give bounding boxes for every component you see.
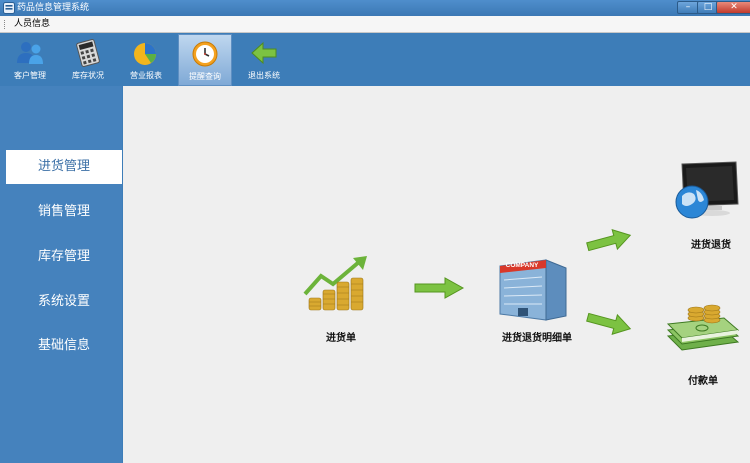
toolbar-business-report[interactable]: 营业报表 [120, 34, 172, 86]
return-detail-node[interactable]: COMPANY [496, 256, 572, 326]
purchase-order-node[interactable] [301, 254, 377, 312]
sidebar-item-basic-info[interactable]: 基础信息 [6, 329, 122, 363]
payment-order-node[interactable] [664, 300, 742, 358]
toolbar-reminder-query[interactable]: 提醒查询 [178, 34, 232, 86]
menu-grip-icon [4, 20, 7, 29]
sidebar-item-system-settings[interactable]: 系统设置 [6, 285, 122, 319]
arrow-right-icon [414, 277, 465, 299]
toolbar-inventory-status[interactable]: 库存状况 [62, 34, 114, 86]
sidebar: 进货管理 销售管理 库存管理 系统设置 基础信息 [0, 86, 122, 463]
app-icon [3, 2, 15, 14]
menu-item-personnel[interactable]: 人员信息 [14, 18, 50, 31]
calculator-icon [76, 39, 100, 67]
exit-arrow-icon [251, 41, 277, 65]
toolbar-label: 退出系统 [248, 71, 280, 80]
content-area: 进货单 COMPANY 进货退货明细单 进货退货 付款单 [123, 86, 750, 463]
toolbar-label: 提醒查询 [189, 72, 221, 81]
window-title: 药品信息管理系统 [17, 3, 90, 13]
minimize-button[interactable]: – [677, 1, 699, 14]
close-button[interactable]: ✕ [716, 1, 750, 14]
sidebar-item-inventory-management[interactable]: 库存管理 [6, 240, 122, 274]
arrow-up-right-icon [586, 229, 632, 252]
purchase-order-label[interactable]: 进货单 [311, 329, 371, 344]
toolbar-exit-system[interactable]: 退出系统 [238, 34, 290, 86]
pie-chart-icon [134, 43, 156, 65]
company-sign: COMPANY [506, 262, 539, 269]
toolbar-label: 库存状况 [72, 71, 104, 80]
title-bar: 药品信息管理系统 – □ ✕ [0, 0, 750, 16]
arrow-down-right-icon [586, 312, 632, 335]
users-icon [17, 42, 43, 64]
toolbar: 客户管理 库存状况 营业报表 提醒查询 退出系统 [0, 34, 750, 86]
company-building-icon: COMPANY [499, 259, 567, 321]
toolbar-label: 客户管理 [14, 71, 46, 80]
purchase-return-label[interactable]: 进货退货 [678, 236, 744, 251]
cash-stack-icon [666, 304, 740, 351]
return-detail-label[interactable]: 进货退货明细单 [489, 329, 585, 344]
toolbar-customer-management[interactable]: 客户管理 [4, 34, 56, 86]
sidebar-item-purchase-management[interactable]: 进货管理 [6, 150, 122, 184]
purchase-return-node[interactable] [672, 160, 742, 222]
menu-bar: 人员信息 [0, 16, 750, 33]
toolbar-label: 营业报表 [130, 71, 162, 80]
monitor-globe-icon [675, 161, 739, 219]
sidebar-item-sales-management[interactable]: 销售管理 [6, 195, 122, 229]
coins-growth-icon [303, 256, 367, 311]
payment-order-label[interactable]: 付款单 [673, 372, 733, 387]
clock-icon [192, 41, 218, 67]
